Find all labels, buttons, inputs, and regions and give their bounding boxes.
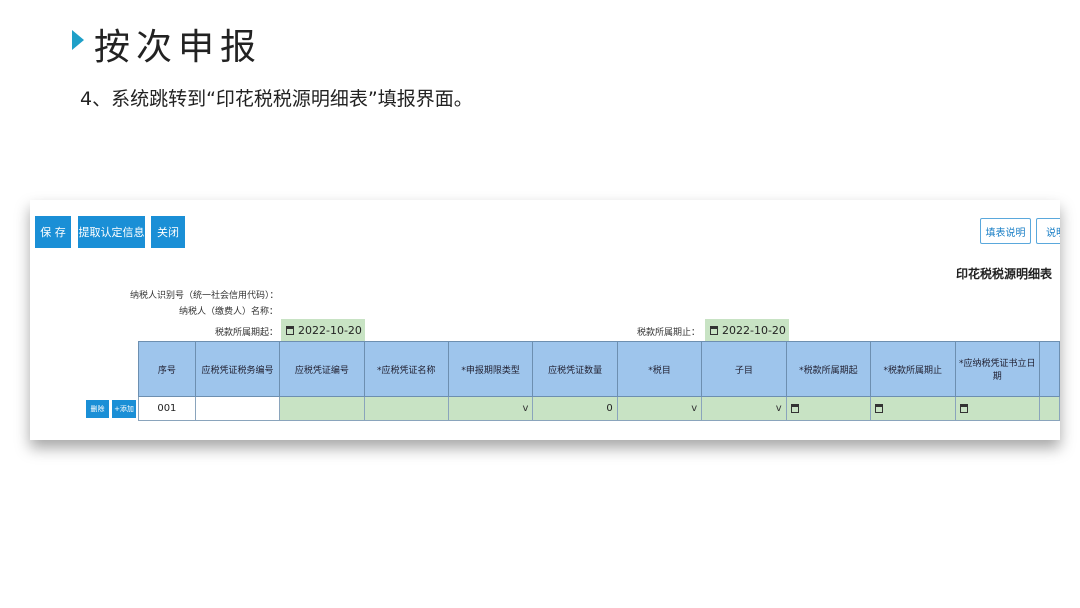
header-cell: 序号	[138, 341, 196, 397]
guide-button[interactable]: 填表说明	[980, 218, 1031, 244]
header-cell: 应税凭证数量	[532, 341, 618, 397]
taxpayer-name-label: 纳税人（缴费人）名称：	[178, 307, 278, 317]
seq-cell: 001	[138, 396, 196, 421]
header-cell: *应纳税凭证书立日期	[954, 341, 1041, 397]
table-header-row: 序号 应税凭证税务编号 应税凭证编号 *应税凭证名称 *申报期限类型 应税凭证数…	[138, 341, 1060, 397]
taxpayer-id-label: 纳税人识别号（统一社会信用代码）：	[130, 291, 279, 301]
voucher-number-input[interactable]	[279, 396, 365, 421]
header-cell: 应税凭证编号	[279, 341, 365, 397]
table-row: 001 v 0 v v	[138, 396, 1060, 421]
close-button[interactable]: 关闭	[151, 216, 185, 248]
period-end-value: 2022-10-20	[722, 323, 786, 337]
header-cell: 应税凭证税务编号	[194, 341, 281, 397]
period-end-label: 税款所属期止：	[636, 328, 700, 338]
header-cell: 子目	[701, 341, 787, 397]
period-start-value: 2022-10-20	[298, 323, 362, 337]
tax-voucher-id-input[interactable]	[194, 396, 281, 421]
voucher-quantity-input[interactable]: 0	[532, 396, 618, 421]
chevron-down-icon: v	[522, 403, 529, 414]
period-end-field[interactable]: 2022-10-20	[705, 319, 789, 341]
add-row-button[interactable]: +添加	[112, 400, 136, 418]
header-cell: *税款所属期止	[870, 341, 956, 397]
chevron-down-icon: v	[691, 403, 698, 414]
calendar-icon	[710, 325, 718, 335]
period-start-field[interactable]: 2022-10-20	[281, 319, 365, 341]
fetch-info-button[interactable]: 提取认定信息	[78, 216, 145, 248]
guide-button-2[interactable]: 说明	[1036, 218, 1060, 244]
delete-row-button[interactable]: 删除	[86, 400, 109, 418]
step-description: 4、系统跳转到“印花税税源明细表”填报界面。	[80, 88, 473, 110]
period-start-label: 税款所属期起：	[214, 328, 278, 338]
voucher-date-field[interactable]	[954, 396, 1041, 421]
form-title: 印花税税源明细表	[955, 267, 1052, 281]
header-cell: *税款所属期起	[785, 341, 872, 397]
overflow-cell	[1039, 396, 1060, 421]
slide-title-text: 按次申报	[94, 27, 263, 68]
save-button[interactable]: 保 存	[35, 216, 71, 248]
tax-item-select[interactable]: v	[616, 396, 703, 421]
header-cell-overflow	[1039, 341, 1060, 397]
row-period-start-field[interactable]	[785, 396, 872, 421]
sub-item-select[interactable]: v	[701, 396, 787, 421]
calendar-icon	[286, 325, 294, 335]
app-screenshot: 保 存 提取认定信息 关闭 填表说明 说明 印花税税源明细表 纳税人识别号（统一…	[30, 200, 1060, 440]
calendar-icon	[790, 403, 799, 413]
period-type-select[interactable]: v	[447, 396, 534, 421]
header-cell: *应税凭证名称	[363, 341, 449, 397]
slide-title: 按次申报	[72, 18, 262, 70]
header-cell: *税目	[616, 341, 703, 397]
calendar-icon	[875, 403, 884, 413]
voucher-name-input[interactable]	[363, 396, 449, 421]
chevron-down-icon: v	[775, 403, 782, 414]
title-marker-icon	[72, 30, 84, 50]
calendar-icon	[959, 403, 968, 413]
row-period-end-field[interactable]	[870, 396, 956, 421]
header-cell: *申报期限类型	[447, 341, 534, 397]
tax-source-table: 序号 应税凭证税务编号 应税凭证编号 *应税凭证名称 *申报期限类型 应税凭证数…	[138, 341, 1060, 421]
